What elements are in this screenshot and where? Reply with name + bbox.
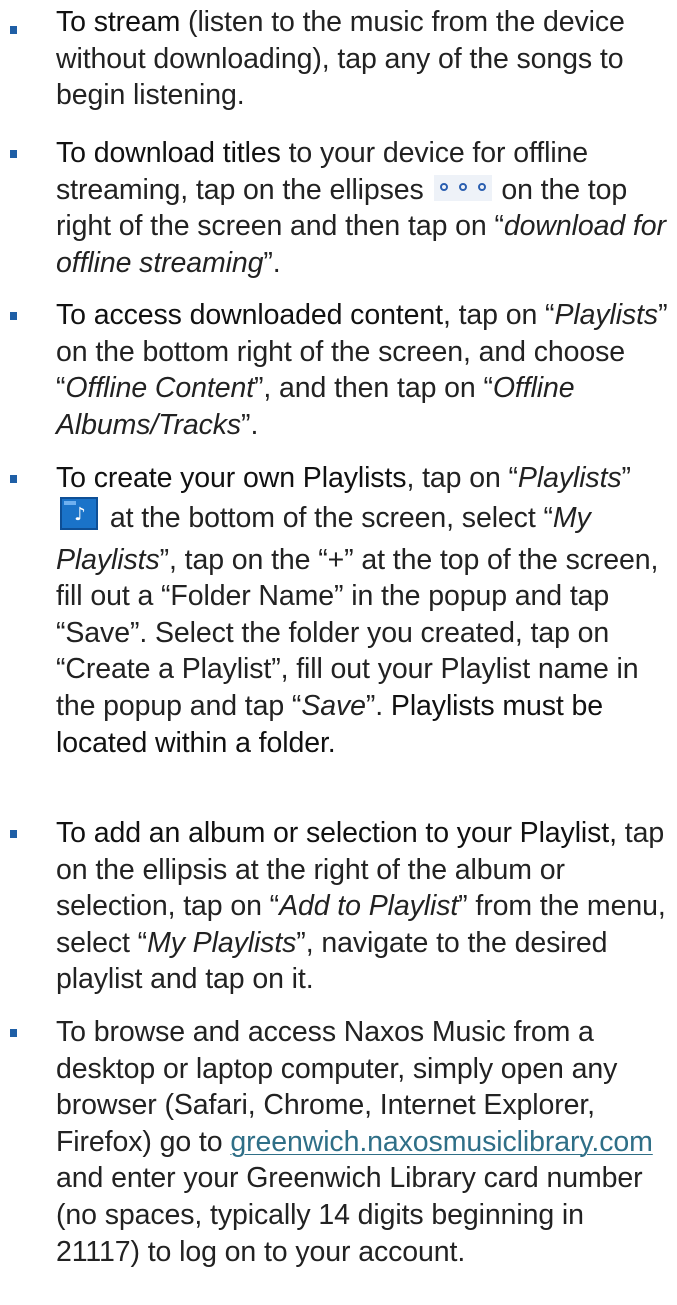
- body-text: ”: [621, 462, 632, 494]
- bullet-icon: [10, 475, 17, 483]
- list-item-text: To create your own Playlists, tap on “Pl…: [56, 460, 674, 761]
- list-item-text: To add an album or selection to your Pla…: [56, 815, 674, 998]
- italic-text: Playlists: [554, 299, 659, 331]
- instructions-page: To stream (listen to the music from the …: [0, 0, 677, 1305]
- list-item-text: To download titles to your device for of…: [56, 135, 674, 281]
- body-text: ”.: [241, 408, 259, 441]
- list-item-text: To access downloaded content, tap on “Pl…: [56, 297, 674, 443]
- body-text: and enter your Greenwich Library card nu…: [56, 1162, 643, 1268]
- body-text: ”.: [365, 689, 391, 722]
- italic-text: My Playlists: [147, 926, 297, 959]
- lead-text: To add an album or selection to your Pla…: [56, 817, 617, 849]
- list-item-text: To browse and access Naxos Music from a …: [56, 1014, 674, 1270]
- bullet-icon: [10, 150, 17, 158]
- bullet-icon: [10, 26, 17, 34]
- naxos-library-link[interactable]: greenwich.naxosmusiclibrary.com: [230, 1126, 653, 1158]
- italic-text: Playlists: [517, 462, 622, 494]
- bullet-icon: [10, 1029, 17, 1037]
- body-text: , tap on “: [442, 299, 555, 331]
- lead-text: To stream: [56, 6, 181, 38]
- lead-text: To create your own Playlists: [56, 462, 407, 494]
- body-text: , tap on “: [406, 462, 518, 494]
- bullet-icon: [10, 312, 17, 320]
- lead-text: To access downloaded content: [56, 299, 443, 331]
- body-text: ”.: [263, 246, 281, 279]
- playlist-folder-music-icon: ♪: [60, 496, 98, 530]
- lead-text: To download titles: [56, 137, 281, 169]
- list-item-text: To stream (listen to the music from the …: [56, 4, 674, 114]
- body-text: at the bottom of the screen, select “: [102, 501, 553, 534]
- italic-text: Save: [301, 689, 366, 722]
- body-text: ”, and then tap on “: [254, 372, 493, 405]
- italic-text: Add to Playlist: [279, 890, 459, 923]
- bullet-icon: [10, 830, 17, 838]
- italic-text: Offline Content: [65, 372, 255, 405]
- more-options-ellipsis-icon: [433, 175, 492, 202]
